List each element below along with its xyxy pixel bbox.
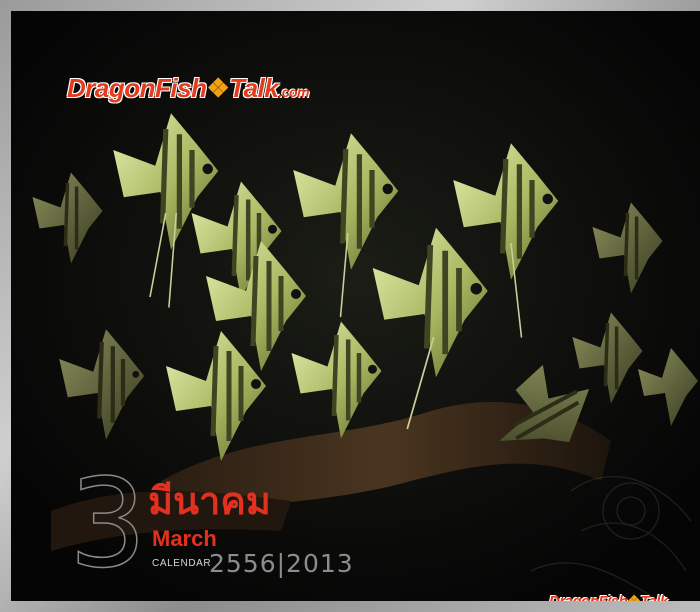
month-number: 3 <box>68 453 147 595</box>
calendar-photo: DragonFish❖Talk.com 3 มีนาคม March CALEN… <box>11 11 700 601</box>
logo-text-domain: .com <box>668 599 685 601</box>
logo-text-fish: Fish <box>599 593 628 601</box>
logo-text-fish: Fish <box>155 73 207 103</box>
month-thai-name: มีนาคม <box>148 479 271 523</box>
logo-text-dragon: Dragon <box>549 593 599 601</box>
logo-text-talk: Talk <box>229 73 279 103</box>
dragonfishtalk-logo-footer: DragonFish❖Talk.com <box>549 592 685 601</box>
dragonfishtalk-logo: DragonFish❖Talk.com <box>67 73 310 104</box>
logo-text-dragon: Dragon <box>67 73 156 103</box>
calendar-label: CALENDAR <box>152 558 212 569</box>
logo-text-domain: .com <box>278 84 310 100</box>
goldfish-icon: ❖ <box>627 592 640 601</box>
goldfish-icon: ❖ <box>206 73 230 103</box>
calendar-years: 2556|2013 <box>209 549 354 578</box>
month-english-name: March <box>152 526 217 551</box>
logo-text-talk: Talk <box>640 593 668 601</box>
